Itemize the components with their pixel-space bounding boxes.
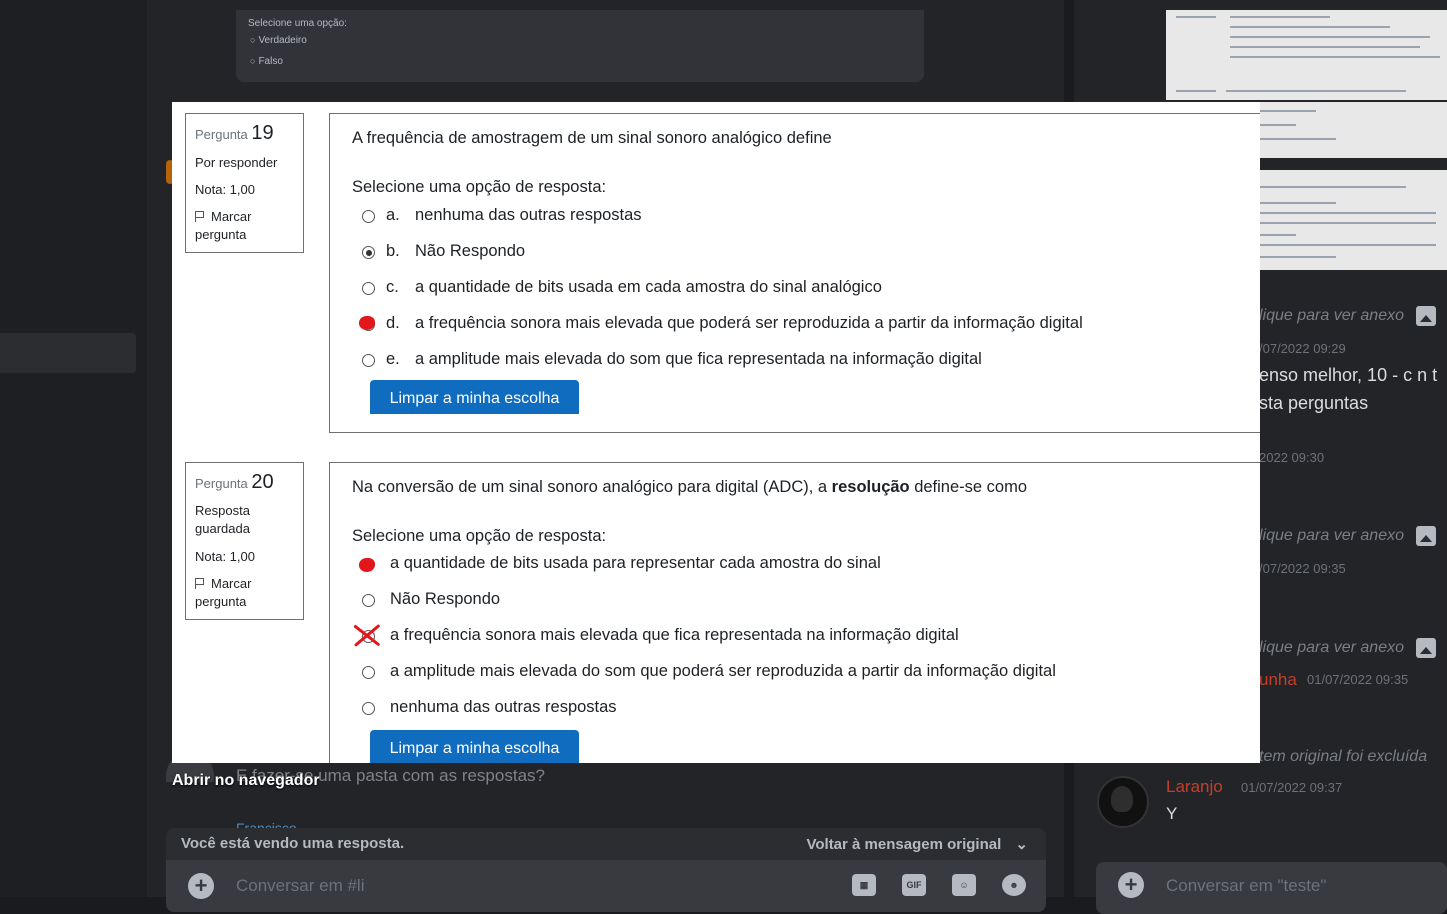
message-timestamp: 01/07/2022 09:35 (1307, 672, 1409, 687)
radio-option[interactable] (362, 594, 375, 607)
emoji-icon[interactable]: ☻ (1002, 874, 1026, 896)
question-number: Pergunta 19 (195, 122, 274, 145)
attachment-link[interactable]: lique para ver anexo (1259, 639, 1404, 657)
preview-label: Selecione uma opção: (248, 18, 347, 29)
image-icon (1416, 306, 1436, 326)
chevron-down-icon: ⌄ (1015, 836, 1028, 853)
red-marker-dot (359, 558, 375, 572)
option-text[interactable]: a frequência sonora mais elevada que fic… (390, 626, 959, 645)
option-text[interactable]: a frequência sonora mais elevada que pod… (415, 314, 1083, 333)
radio-option-e[interactable] (362, 354, 375, 367)
option-text[interactable]: a amplitude mais elevada do som que pode… (390, 662, 1056, 681)
option-text[interactable]: a amplitude mais elevada do som que fica… (415, 350, 982, 369)
option-text[interactable]: a quantidade de bits usada em cada amost… (415, 278, 882, 297)
message-text: enso melhor, 10 - c n t (1259, 365, 1438, 385)
flag-icon (195, 578, 205, 589)
question-number: Pergunta 20 (195, 471, 274, 494)
red-cross-mark (349, 621, 383, 649)
answer-prompt: Selecione uma opção de resposta: (352, 178, 607, 196)
question-text: A frequência de amostragem de um sinal s… (352, 129, 832, 147)
flag-question-button[interactable]: Marcar (195, 575, 251, 593)
question-status: Por responder (195, 155, 278, 170)
answer-prompt: Selecione uma opção de resposta: (352, 527, 607, 545)
message-input[interactable]: Conversar em #li (236, 876, 365, 896)
plus-icon[interactable]: + (188, 873, 214, 899)
question-number-value: 19 (251, 122, 274, 144)
option-letter: d. (386, 314, 400, 332)
thread-message-input[interactable]: Conversar em "teste" (1166, 876, 1326, 896)
server-sidebar (0, 0, 147, 897)
option-text[interactable]: a quantidade de bits usada para represen… (390, 554, 881, 573)
open-in-browser-link[interactable]: Abrir no navegador (172, 772, 320, 790)
sticker-icon[interactable]: ☺ (952, 874, 976, 896)
message-text: Y (1166, 804, 1178, 823)
radio-option-c[interactable] (362, 282, 375, 295)
option-letter: c. (386, 278, 399, 296)
option-letter: b. (386, 242, 400, 260)
flag-icon (195, 211, 205, 222)
message-text: sta perguntas (1259, 393, 1369, 413)
question-grade: Nota: 1,00 (195, 549, 255, 564)
author-name[interactable]: unha (1259, 670, 1297, 690)
radio-option-a[interactable] (362, 210, 375, 223)
back-to-original-button[interactable]: Voltar à mensagem original ⌄ (806, 835, 1028, 853)
gift-icon[interactable]: ▦ (852, 874, 876, 896)
option-text[interactable]: Não Respondo (390, 590, 500, 609)
radio-option[interactable] (362, 702, 375, 715)
question-number-value: 20 (251, 471, 274, 493)
question-word: Pergunta (195, 476, 248, 491)
message-timestamp: 2022 09:30 (1259, 450, 1325, 465)
question-content-19: A frequência de amostragem de um sinal s… (329, 113, 1260, 433)
question-word: Pergunta (195, 127, 248, 142)
question-status: guardada (195, 521, 250, 536)
question-info-20: Pergunta 20 Resposta guardada Nota: 1,00… (185, 462, 304, 620)
flag-question-button[interactable]: Marcar (195, 208, 251, 226)
flag-label: Marcar (211, 209, 252, 224)
plus-icon[interactable]: + (1118, 872, 1144, 898)
question-grade: Nota: 1,00 (195, 182, 255, 197)
question-content-20: Na conversão de um sinal sonoro analógic… (329, 462, 1260, 763)
back-to-original-label: Voltar à mensagem original (806, 836, 1002, 853)
reply-bar: Você está vendo uma resposta. Voltar à m… (166, 828, 1046, 860)
clear-choice-button[interactable]: Limpar a minha escolha (370, 730, 579, 763)
avatar[interactable] (1097, 776, 1149, 828)
message-timestamp: /07/2022 09:29 (1259, 341, 1346, 356)
deleted-notice: tem original foi excluída (1259, 748, 1428, 765)
option-letter: e. (386, 350, 400, 368)
message-timestamp: 01/07/2022 09:37 (1241, 780, 1343, 795)
question-text-bold: resolução (831, 478, 910, 496)
image-viewer[interactable]: Pergunta 19 Por responder Nota: 1,00 Mar… (172, 102, 1260, 763)
attachment-link[interactable]: lique para ver anexo (1259, 307, 1404, 325)
flag-label[interactable]: pergunta (195, 226, 246, 244)
option-text[interactable]: nenhuma das outras respostas (415, 206, 642, 225)
gif-icon[interactable]: GIF (902, 874, 926, 896)
flag-label: Marcar (211, 576, 252, 591)
flag-label[interactable]: pergunta (195, 593, 246, 611)
author-name[interactable]: Laranjo (1166, 777, 1223, 797)
question-text: Na conversão de um sinal sonoro analógic… (352, 478, 1027, 497)
clear-choice-button[interactable]: Limpar a minha escolha (370, 380, 579, 414)
channel-item-selected[interactable] (0, 333, 136, 373)
attachment-thumbnail[interactable] (1166, 10, 1447, 100)
radio-option-b[interactable] (362, 246, 375, 259)
option-text[interactable]: nenhuma das outras respostas (390, 698, 617, 717)
question-text-part: define-se como (909, 478, 1028, 496)
option-letter: a. (386, 206, 400, 224)
option-text[interactable]: Não Respondo (415, 242, 525, 261)
attachment-link[interactable]: lique para ver anexo (1259, 527, 1404, 545)
reply-bar-text: Você está vendo uma resposta. (181, 835, 405, 852)
preview-option: Verdadeiro (250, 35, 306, 46)
image-icon (1416, 526, 1436, 546)
question-text-part: Na conversão de um sinal sonoro analógic… (352, 478, 832, 496)
preview-option: Falso (250, 56, 282, 67)
message-timestamp: /07/2022 09:35 (1259, 561, 1346, 576)
embedded-quiz-preview: Selecione uma opção: Verdadeiro Falso (236, 10, 924, 82)
image-icon (1416, 638, 1436, 658)
radio-option[interactable] (362, 666, 375, 679)
question-status: Resposta (195, 503, 250, 518)
question-info-19: Pergunta 19 Por responder Nota: 1,00 Mar… (185, 113, 304, 253)
